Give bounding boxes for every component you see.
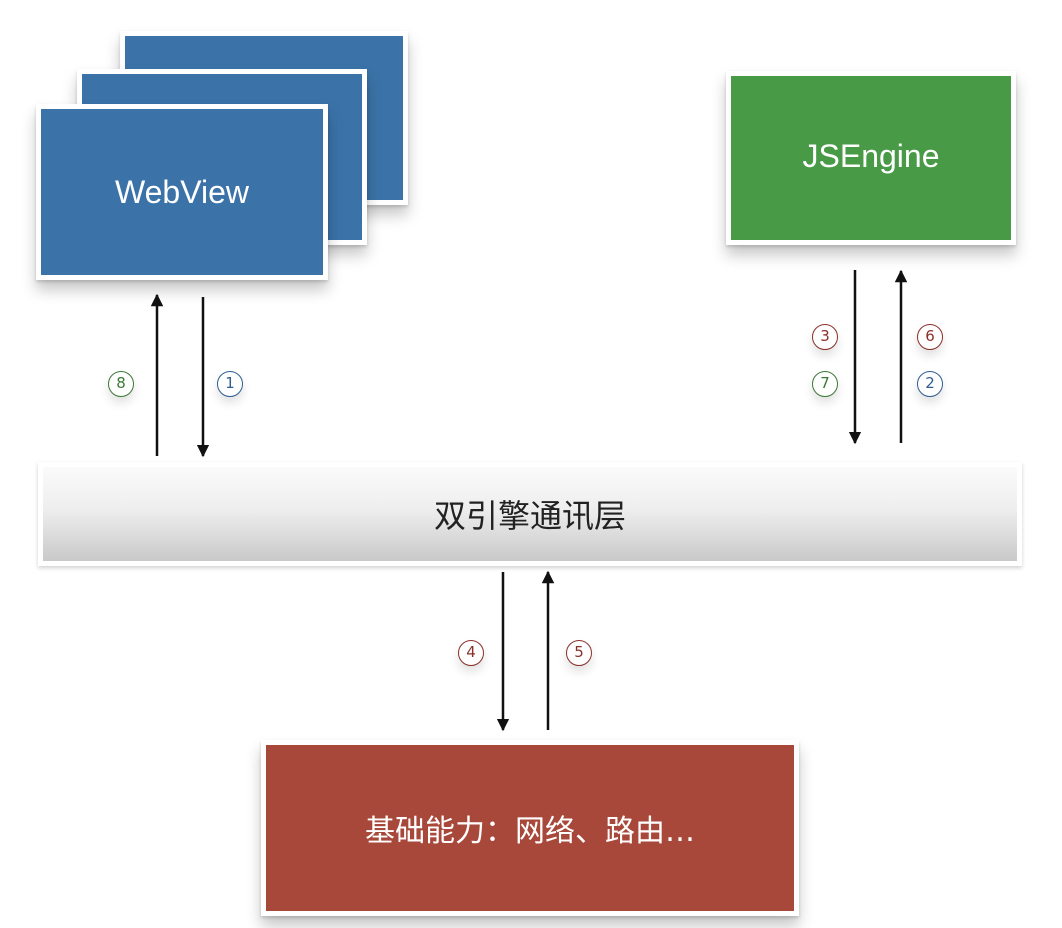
step-badge-4: 4 (458, 640, 484, 666)
step-badge-6: 6 (917, 324, 943, 350)
step-badge-5: 5 (566, 640, 592, 666)
step-badge-1: 1 (217, 371, 243, 397)
step-badge-8: 8 (108, 371, 134, 397)
flow-arrows (150, 269, 908, 732)
step-badge-2: 2 (917, 371, 943, 397)
step-badge-7: 7 (812, 371, 838, 397)
step-badge-3: 3 (812, 324, 838, 350)
